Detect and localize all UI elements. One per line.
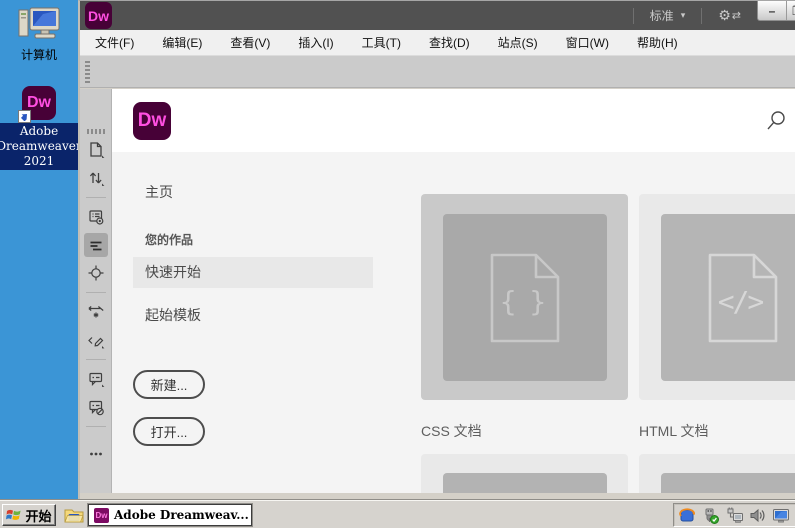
toolbar-drag-handle[interactable] [87,129,105,134]
toolbar-separator [86,197,106,198]
card-partial-thumbnail [661,473,795,493]
search-icon[interactable] [765,109,787,133]
dreamweaver-logo: Dw [133,102,171,140]
dreamweaver-app-icon: Dw [22,86,56,120]
code-tag-glyph: </> [702,285,778,318]
language-indicator-icon[interactable] [679,507,696,524]
desktop-icon-dreamweaver[interactable]: Dw Adobe Dreamweaver 2021 [1,86,77,170]
dreamweaver-window: Dw 标准 ▾ ⚙ ⇄ – ❐ 文件(F) 编辑(E) [78,0,795,500]
minimize-button[interactable]: – [758,1,786,20]
standard-toolbar [80,56,795,88]
card-css-thumbnail: { } [443,214,607,381]
welcome-content: 主页 您的作品 快速开始 起始模板 新建... 打开... [112,152,795,493]
menu-find[interactable]: 查找(D) [419,30,480,55]
menu-bar: 文件(F) 编辑(E) 查看(V) 插入(I) 工具(T) 查找(D) 站点(S… [80,30,795,56]
open-documents-icon[interactable] [84,138,108,162]
menu-site[interactable]: 站点(S) [488,30,548,55]
workspace-switcher[interactable]: 标准 ▾ [650,7,686,24]
menu-view[interactable]: 查看(V) [220,30,280,55]
menu-edit[interactable]: 编辑(E) [152,30,212,55]
desktop: 计算机 Dw Adobe Dreamweaver 2021 Dw 标准 ▾ [0,0,795,528]
chevron-down-icon: ▾ [681,11,686,21]
card-html-thumbnail: </> [661,214,795,381]
safely-remove-hardware-icon[interactable] [702,507,719,524]
card-html-label: HTML 文档 [639,421,708,441]
desktop-icon-dreamweaver-label: Adobe Dreamweaver 2021 [0,123,84,170]
start-button[interactable]: 开始 [2,504,56,526]
nav-item-starter-templates[interactable]: 起始模板 [145,305,201,325]
wrap-tag-icon[interactable] [84,300,108,324]
nav-item-your-work[interactable]: 您的作品 [145,231,193,248]
welcome-header: Dw [112,89,795,152]
common-toolbar [80,89,112,493]
new-button[interactable]: 新建... [133,370,205,399]
dreamweaver-logo: Dw [85,2,112,29]
start-button-label: 开始 [25,506,51,525]
menu-file[interactable]: 文件(F) [85,30,144,55]
titlebar-separator [633,8,634,24]
code-edit-icon[interactable] [84,328,108,352]
sync-settings-button[interactable]: ⚙ ⇄ [718,8,741,24]
menu-window[interactable]: 窗口(W) [556,30,619,55]
display-icon[interactable] [772,507,790,524]
taskbar-app-button-dreamweaver[interactable]: Dw Adobe Dreamweav... [88,504,252,526]
more-options-icon[interactable] [84,442,108,466]
shortcut-arrow-icon [18,110,31,123]
menu-tools[interactable]: 工具(T) [352,30,411,55]
toolbar-separator [86,292,106,293]
card-partial[interactable] [421,454,628,493]
desktop-icon-computer-label: 计算机 [21,46,57,63]
format-source-icon[interactable] [84,233,108,257]
sync-arrows-icon: ⇄ [732,9,741,22]
card-partial[interactable] [639,454,795,493]
apply-comment-icon[interactable] [84,367,108,391]
titlebar-separator [701,8,702,24]
card-partial-thumbnail [443,473,607,493]
braces-glyph: { } [484,285,560,318]
window-titlebar: Dw 标准 ▾ ⚙ ⇄ – ❐ [80,1,795,30]
remove-comment-icon[interactable] [84,395,108,419]
workspace-label: 标准 [650,7,674,24]
guides-crosshair-icon[interactable] [84,261,108,285]
live-view-options-icon[interactable] [84,205,108,229]
taskbar-app-button-label: Adobe Dreamweav... [114,508,249,522]
card-css-label: CSS 文档 [421,421,482,441]
taskbar: 开始 Dw Adobe Dreamweav... [0,500,795,528]
toolbar-separator [86,426,106,427]
window-controls: – ❐ [757,1,795,21]
maximize-button[interactable]: ❐ [786,1,795,20]
quick-launch-folder-icon[interactable] [64,506,84,524]
menu-insert[interactable]: 插入(I) [288,30,343,55]
dreamweaver-app-icon: Dw [94,508,109,523]
network-status-icon[interactable] [725,507,743,524]
volume-icon[interactable] [749,507,766,524]
windows-logo-icon [6,508,22,522]
welcome-screen: Dw 主页 您的作品 快速开始 起始模板 新建... 打开... [112,89,795,493]
gear-icon: ⚙ [718,8,731,24]
open-button[interactable]: 打开... [133,417,205,446]
nav-item-quick-start[interactable]: 快速开始 [133,257,373,288]
card-css-document[interactable]: { } [421,194,628,400]
toolbar-drag-handle[interactable] [85,61,90,83]
system-tray [673,503,795,527]
card-html-document[interactable]: </> [639,194,795,400]
file-management-icon[interactable] [84,166,108,190]
desktop-icon-computer[interactable]: 计算机 [4,6,74,63]
nav-item-home[interactable]: 主页 [145,182,173,202]
toolbar-separator [86,359,106,360]
menu-help[interactable]: 帮助(H) [627,30,688,55]
computer-icon [17,6,61,44]
